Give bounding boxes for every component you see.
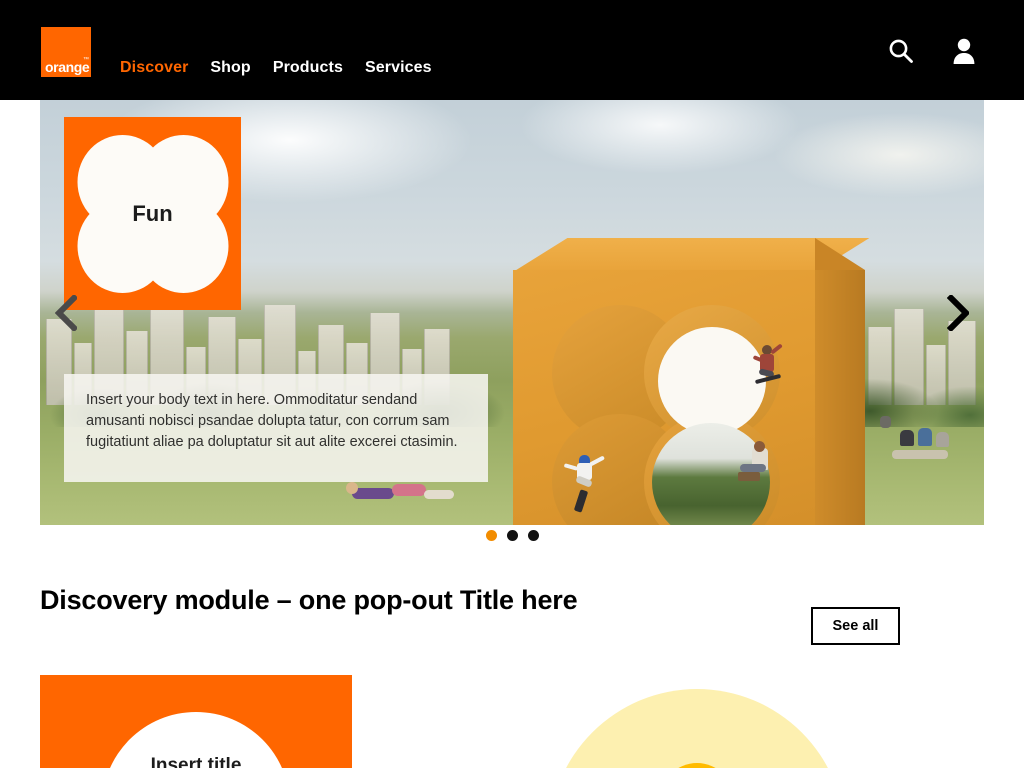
card-orange-title: Insert title [150, 755, 242, 768]
page-title: Discovery module – one pop-out Title her… [40, 585, 578, 615]
person-legs [740, 464, 766, 472]
main-navigation: Discover Shop Products Services [120, 59, 432, 77]
person-bag [738, 472, 760, 481]
discovery-card-orange[interactable]: Insert title [40, 675, 352, 768]
logo-trademark-mark: ™ [83, 57, 89, 63]
header-icon-group [888, 38, 976, 69]
chevron-right-icon[interactable] [946, 293, 971, 332]
orange-logo[interactable]: orange ™ [41, 27, 91, 77]
group-picnic-d [880, 416, 891, 428]
hero-body-text: Insert your body text in here. Ommoditat… [86, 392, 458, 450]
see-all-button[interactable]: See all [811, 607, 900, 645]
carousel-dot-1[interactable] [485, 530, 497, 541]
person-lying-head [346, 482, 358, 494]
account-icon[interactable] [952, 38, 976, 69]
discovery-card-yellow[interactable] [547, 675, 847, 768]
hero-carousel[interactable]: Fun Insert your body text in here. Ommod… [40, 100, 984, 525]
blanket-right [892, 450, 948, 459]
card-outer-circle-shape [549, 689, 845, 768]
group-picnic-c [936, 432, 949, 447]
nav-item-shop[interactable]: Shop [210, 59, 250, 77]
hero-popout-fun[interactable]: Fun [64, 117, 241, 310]
person-lying-b [392, 484, 426, 496]
group-picnic-a [900, 430, 914, 446]
carousel-pagination [0, 530, 1024, 541]
group-picnic-b [918, 428, 932, 446]
person-head [754, 441, 765, 452]
nav-item-discover[interactable]: Discover [120, 59, 188, 77]
popout-label: Fun [132, 200, 173, 226]
nav-item-services[interactable]: Services [365, 59, 432, 77]
carousel-dot-3[interactable] [527, 530, 539, 541]
chevron-left-icon[interactable] [54, 293, 79, 332]
hero-body-text-panel: Insert your body text in here. Ommoditat… [64, 374, 488, 482]
person-lying-a [352, 488, 394, 499]
person-lying-c [424, 490, 454, 499]
search-icon[interactable] [888, 38, 914, 69]
nav-item-products[interactable]: Products [273, 59, 343, 77]
site-header: orange ™ Discover Shop Products Services [0, 0, 1024, 100]
carousel-dot-2[interactable] [506, 530, 518, 541]
